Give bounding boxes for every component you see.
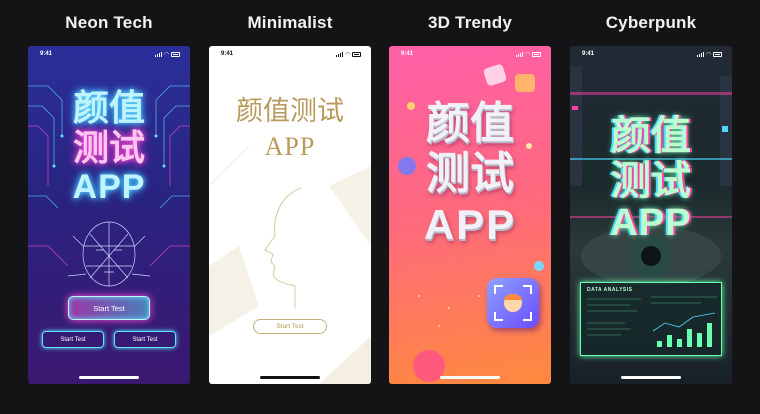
headline-line-2: APP — [264, 132, 316, 161]
home-indicator — [440, 376, 500, 379]
wifi-icon: ◠ — [706, 52, 711, 58]
variant-title: Minimalist — [247, 13, 333, 32]
status-time: 9:41 — [401, 51, 414, 57]
status-bar: 9:41 ◠ — [389, 46, 551, 62]
headline-line-1: 颜值测试 — [236, 96, 344, 127]
status-bar: 9:41 ◠ — [570, 46, 732, 62]
start-test-label: Start Test — [93, 303, 125, 313]
headline-line-1: 颜值 — [611, 114, 691, 158]
start-test-label: Start Test — [132, 336, 158, 343]
status-time: 9:41 — [582, 51, 595, 57]
face-scan-icon — [487, 278, 539, 328]
status-time: 9:41 — [221, 51, 234, 57]
start-test-label: Start Test — [276, 323, 304, 330]
battery-icon — [532, 52, 541, 57]
phone-screen-minimalist: 9:41 ◠ 颜值测试 APP Start Test — [209, 46, 371, 384]
signal-icon — [515, 52, 524, 57]
start-test-button-left[interactable]: Start Test — [42, 331, 104, 348]
variant-title: Cyberpunk — [605, 13, 697, 32]
phone-screen-cyberpunk: 9:41 ◠ 颜值 测试 APP DATA ANALYSIS — [570, 46, 732, 384]
phone-screen-neon: 9:41 ◠ 颜值 测试 APP Start Test Start Test S… — [28, 46, 190, 384]
start-test-label: Start Test — [60, 336, 86, 343]
wifi-icon: ◠ — [345, 52, 350, 58]
headline-line-1: 颜值 — [426, 99, 514, 148]
start-test-button[interactable]: Start Test — [253, 319, 327, 334]
headline-line-3: APP — [423, 201, 517, 248]
home-indicator — [621, 376, 681, 379]
battery-icon — [713, 52, 722, 57]
headline-line-2: 测试 — [611, 159, 691, 203]
variant-title: Neon Tech — [65, 13, 153, 32]
start-test-button-primary[interactable]: Start Test — [68, 296, 150, 320]
start-test-button-right[interactable]: Start Test — [114, 331, 176, 348]
battery-icon — [352, 52, 361, 57]
headline-line-3: APP — [610, 202, 692, 244]
variant-title: 3D Trendy — [428, 13, 512, 32]
phone-screen-3d: 9:41 ◠ 颜值 测试 APP — [389, 46, 551, 384]
headline-line-2: 测试 — [426, 149, 514, 198]
wifi-icon: ◠ — [525, 52, 530, 58]
status-bar: 9:41 ◠ — [209, 46, 371, 62]
home-indicator — [79, 376, 139, 379]
data-analysis-panel: DATA ANALYSIS — [580, 282, 722, 356]
home-indicator — [260, 376, 320, 379]
signal-icon — [335, 52, 344, 57]
analysis-chart-decoration — [587, 296, 717, 347]
signal-icon — [696, 52, 705, 57]
